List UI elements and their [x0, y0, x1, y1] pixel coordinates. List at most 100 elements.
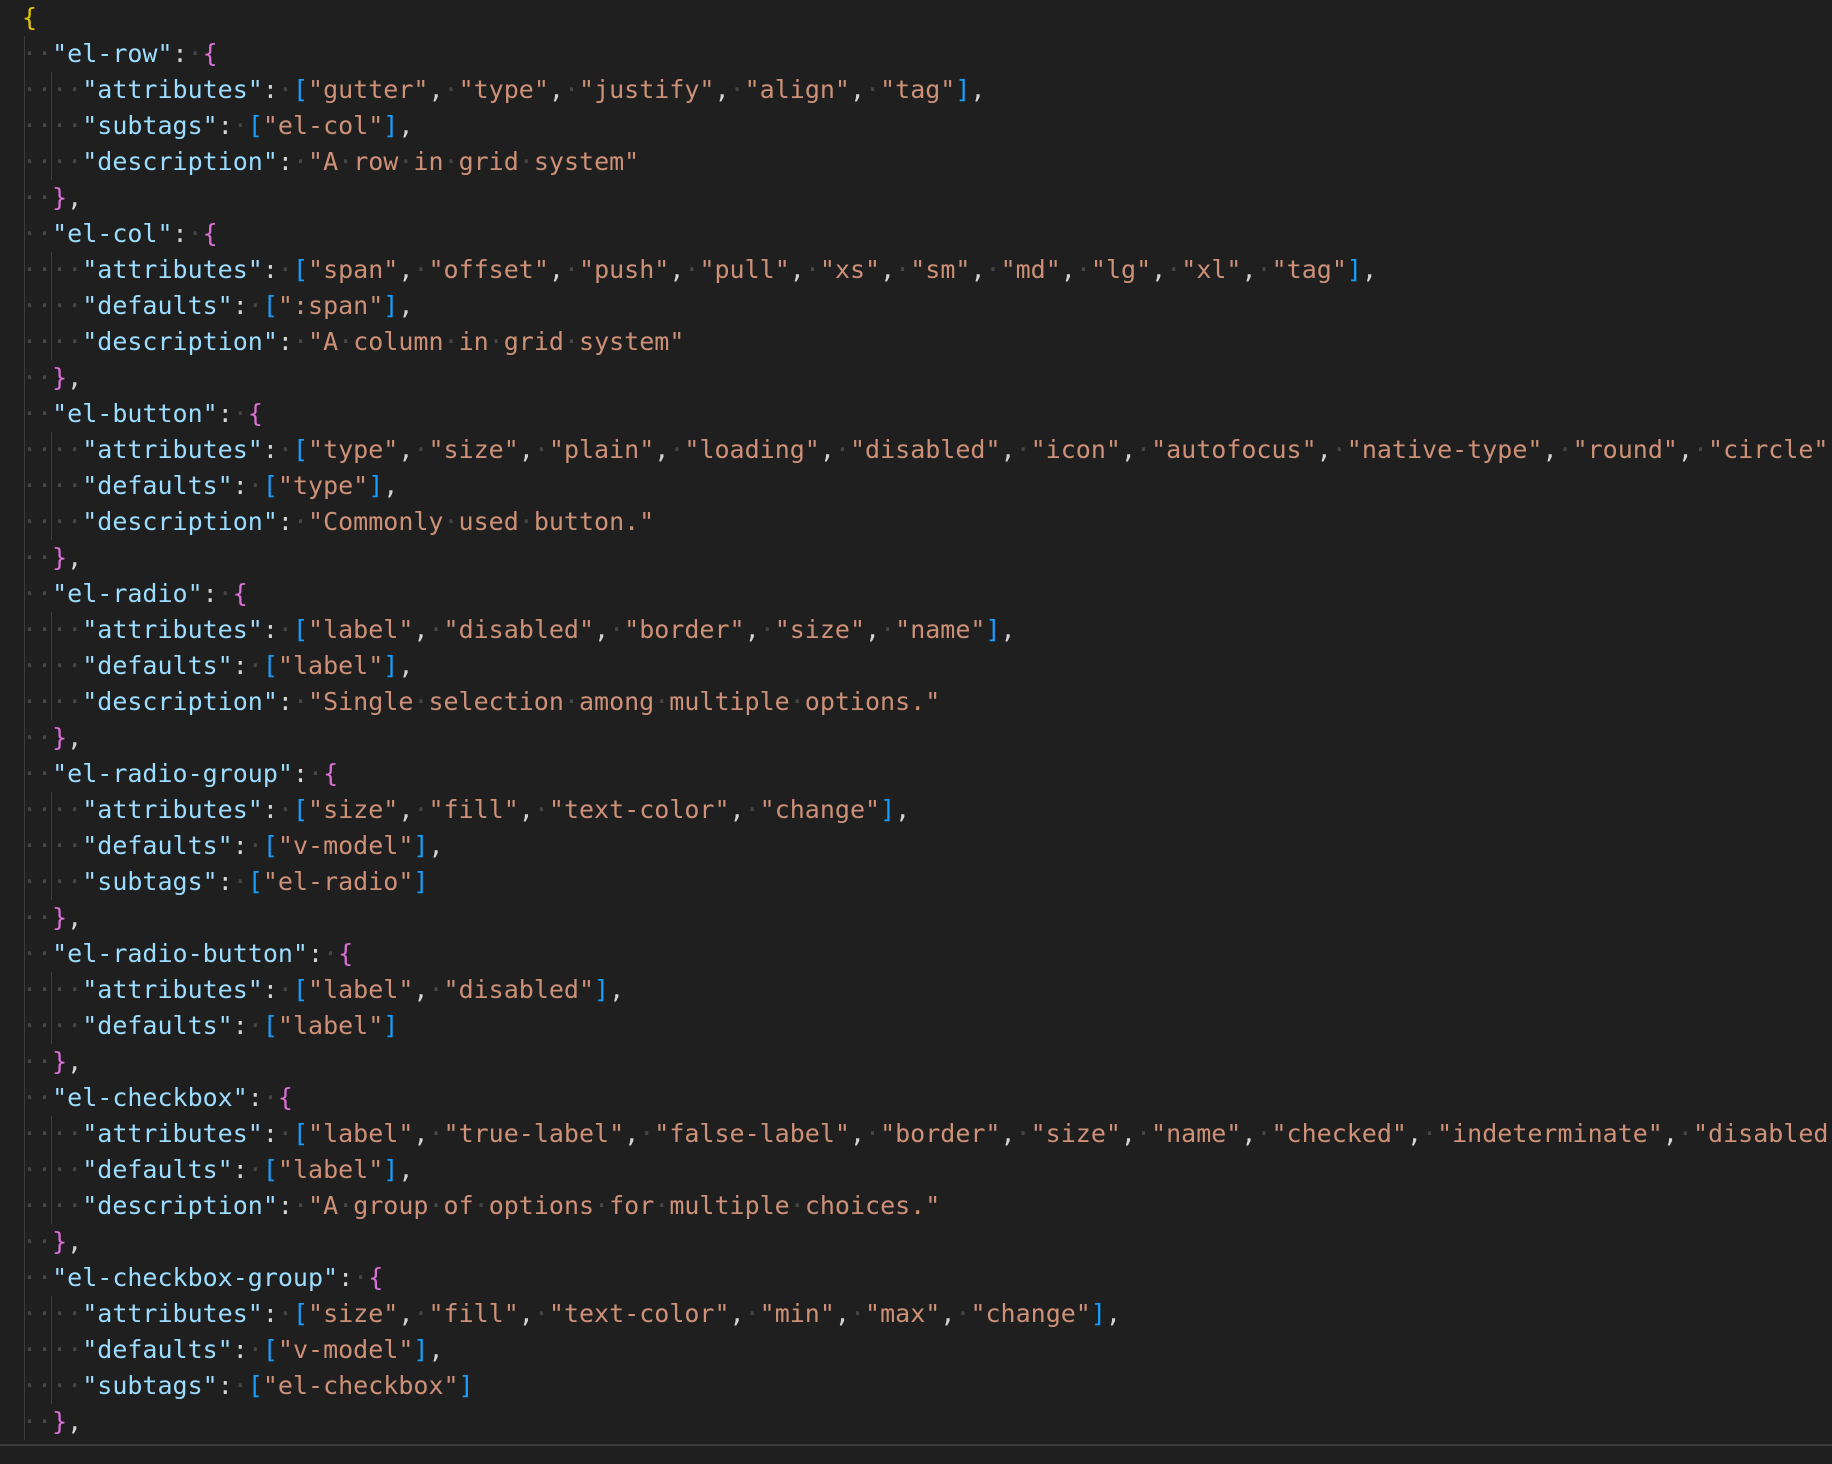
- code-line[interactable]: ····"attributes":·["span",·"offset",·"pu…: [0, 252, 1832, 288]
- code-line[interactable]: ····"description":·"Commonly·used·button…: [0, 504, 1832, 540]
- code-line[interactable]: ····"defaults":·["label"]: [0, 1008, 1832, 1044]
- code-line[interactable]: ··"el-radio-group":·{: [0, 756, 1832, 792]
- space-whitespace: ·: [187, 219, 203, 248]
- code-line[interactable]: ····"attributes":·["label",·"disabled",·…: [0, 612, 1832, 648]
- code-line[interactable]: ····"description":·"A·row·in·grid·system…: [0, 144, 1832, 180]
- space-whitespace: ·: [594, 1191, 610, 1220]
- comma: ,: [518, 1299, 534, 1328]
- space-whitespace: ·: [804, 255, 820, 284]
- entry-key: "el-checkbox": [52, 1083, 248, 1112]
- string-value: "gutter": [308, 75, 429, 104]
- code-line[interactable]: ····"defaults":·[":span"],: [0, 288, 1832, 324]
- indent-whitespace: ··: [22, 939, 53, 968]
- code-line[interactable]: ··"el-checkbox":·{: [0, 1080, 1832, 1116]
- space-whitespace: ·: [1166, 255, 1182, 284]
- code-line[interactable]: ····"defaults":·["v-model"],: [0, 1332, 1832, 1368]
- colon: :: [202, 579, 218, 608]
- code-line[interactable]: ··},: [0, 180, 1832, 216]
- code-line[interactable]: {: [0, 0, 1832, 36]
- code-line[interactable]: ··},: [0, 540, 1832, 576]
- space-whitespace: ·: [247, 651, 263, 680]
- code-line[interactable]: ··"el-radio-button":·{: [0, 936, 1832, 972]
- space-whitespace: ·: [895, 255, 911, 284]
- comma: ,: [398, 435, 414, 464]
- comma: ,: [1662, 1119, 1678, 1148]
- code-line[interactable]: ····"attributes":·["gutter",·"type",·"ju…: [0, 72, 1832, 108]
- code-line[interactable]: ··"el-button":·{: [0, 396, 1832, 432]
- indent-guide: [24, 936, 25, 972]
- string-value: "pull": [699, 255, 790, 284]
- code-line[interactable]: ····"attributes":·["size",·"fill",·"text…: [0, 792, 1832, 828]
- comma: ,: [1120, 1119, 1136, 1148]
- space-whitespace: ·: [654, 1191, 670, 1220]
- string-value: "xs": [819, 255, 881, 284]
- space-whitespace: ·: [247, 291, 263, 320]
- comma: ,: [1542, 435, 1558, 464]
- indent-guide: [51, 72, 52, 108]
- array-open-bracket: [: [262, 471, 278, 500]
- space-whitespace: ·: [338, 327, 354, 356]
- space-whitespace: ·: [292, 1191, 309, 1220]
- code-line[interactable]: ····"subtags":·["el-radio"]: [0, 864, 1832, 900]
- code-line[interactable]: ··},: [0, 1404, 1832, 1440]
- array-open-bracket: [: [292, 795, 309, 824]
- space-whitespace: ·: [789, 1191, 805, 1220]
- space-whitespace: ·: [277, 975, 293, 1004]
- space-whitespace: ·: [518, 147, 534, 176]
- code-line[interactable]: ··"el-col":·{: [0, 216, 1832, 252]
- string-value: "min": [759, 1299, 835, 1328]
- code-line[interactable]: ····"attributes":·["label",·"disabled"],: [0, 972, 1832, 1008]
- indent-guide: [51, 1332, 52, 1368]
- code-line[interactable]: ····"description":·"A·group·of·options·f…: [0, 1188, 1832, 1224]
- string-value: "label": [308, 975, 414, 1004]
- array-open-bracket: [: [262, 1335, 278, 1364]
- indent-whitespace: ····: [22, 1155, 83, 1184]
- code-line[interactable]: ··"el-checkbox-group":·{: [0, 1260, 1832, 1296]
- colon: :: [232, 1011, 248, 1040]
- code-line[interactable]: ··},: [0, 720, 1832, 756]
- object-open-brace: {: [202, 39, 218, 68]
- comma: ,: [518, 795, 534, 824]
- code-line[interactable]: ····"defaults":·["label"],: [0, 1152, 1832, 1188]
- space-whitespace: ·: [292, 687, 309, 716]
- indent-whitespace: ····: [22, 111, 83, 140]
- code-editor[interactable]: {··"el-row":·{····"attributes":·["gutter…: [0, 0, 1832, 1464]
- code-line[interactable]: ··},: [0, 1224, 1832, 1260]
- code-content[interactable]: {··"el-row":·{····"attributes":·["gutter…: [0, 0, 1832, 1440]
- code-line[interactable]: ····"description":·"A·column·in·grid·sys…: [0, 324, 1832, 360]
- comma: ,: [970, 75, 986, 104]
- code-line[interactable]: ····"defaults":·["label"],: [0, 648, 1832, 684]
- comma: ,: [729, 795, 745, 824]
- code-line[interactable]: ····"attributes":·["size",·"fill",·"text…: [0, 1296, 1832, 1332]
- code-line[interactable]: ··},: [0, 360, 1832, 396]
- indent-whitespace: ··: [22, 723, 53, 752]
- code-line[interactable]: ····"attributes":·["label",·"true-label"…: [0, 1116, 1832, 1152]
- object-close-brace: }: [52, 1227, 68, 1256]
- code-line[interactable]: ··"el-radio":·{: [0, 576, 1832, 612]
- space-whitespace: ·: [353, 1263, 369, 1292]
- comma: ,: [895, 795, 911, 824]
- indent-guide: [51, 288, 52, 324]
- space-whitespace: ·: [232, 1371, 248, 1400]
- string-value: "change": [759, 795, 881, 824]
- property-key: "subtags": [82, 111, 218, 140]
- code-line[interactable]: ····"description":·"Single·selection·amo…: [0, 684, 1832, 720]
- code-line[interactable]: ··},: [0, 1044, 1832, 1080]
- code-line[interactable]: ····"defaults":·["v-model"],: [0, 828, 1832, 864]
- colon: :: [262, 75, 278, 104]
- indent-whitespace: ····: [22, 1299, 83, 1328]
- indent-guide: [24, 1296, 25, 1332]
- code-line[interactable]: ····"subtags":·["el-checkbox"]: [0, 1368, 1832, 1404]
- comma: ,: [624, 1119, 640, 1148]
- space-whitespace: ·: [398, 147, 414, 176]
- root-open-brace: {: [22, 3, 38, 32]
- code-line[interactable]: ····"defaults":·["type"],: [0, 468, 1832, 504]
- comma: ,: [67, 543, 83, 572]
- code-line[interactable]: ··},: [0, 900, 1832, 936]
- string-value: "align": [744, 75, 850, 104]
- indent-guide: [24, 144, 25, 180]
- code-line[interactable]: ····"attributes":·["type",·"size",·"plai…: [0, 432, 1832, 468]
- code-line[interactable]: ··"el-row":·{: [0, 36, 1832, 72]
- code-line[interactable]: ····"subtags":·["el-col"],: [0, 108, 1832, 144]
- string-value: "round": [1572, 435, 1678, 464]
